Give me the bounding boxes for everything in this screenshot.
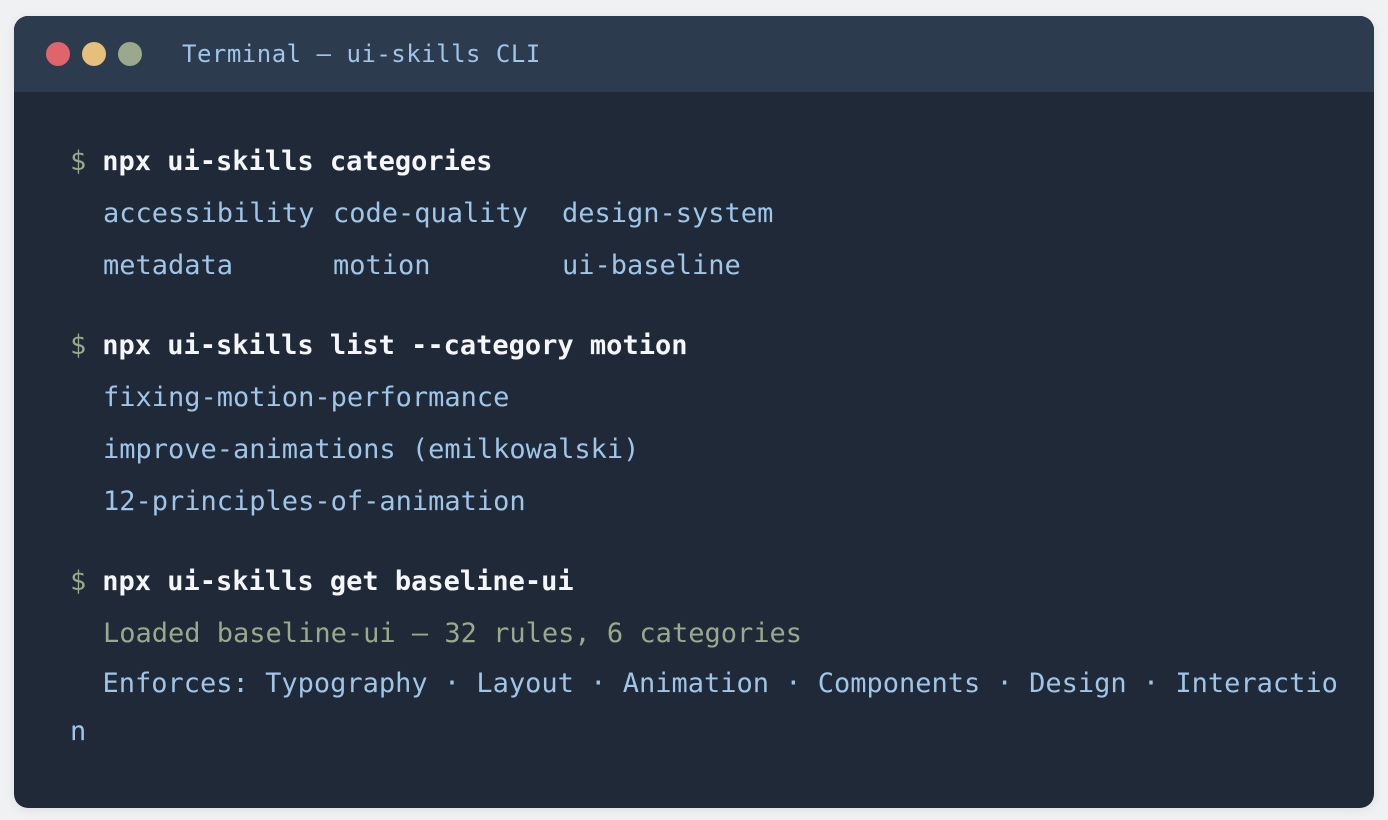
prompt-symbol: $ (70, 566, 87, 597)
prompt-symbol: $ (70, 146, 87, 177)
command-line: $ npx ui-skills categories (70, 136, 1374, 188)
terminal-output[interactable]: $ npx ui-skills categories accessibility … (14, 92, 1374, 756)
prompt-symbol: $ (70, 330, 87, 361)
command-block-categories: $ npx ui-skills categories accessibility … (70, 136, 1374, 292)
command-line: $ npx ui-skills list --category motion (70, 320, 1374, 372)
window-title: Terminal — ui-skills CLI (182, 40, 541, 68)
command-text: npx ui-skills categories (102, 146, 493, 177)
title-bar: Terminal — ui-skills CLI (14, 16, 1374, 92)
command-block-get: $ npx ui-skills get baseline-ui Loaded ba… (70, 556, 1374, 756)
category-item: accessibility (103, 198, 315, 229)
category-item: metadata (103, 250, 234, 281)
category-item: ui-baseline (562, 250, 741, 281)
command-line: $ npx ui-skills get baseline-ui (70, 556, 1374, 608)
category-item: code-quality (333, 198, 529, 229)
enforces-line: Enforces: Typography · Layout · Animatio… (70, 668, 1338, 747)
command-block-list: $ npx ui-skills list --category motion fi… (70, 320, 1374, 528)
command-text: npx ui-skills list --category motion (102, 330, 688, 361)
category-item: motion (333, 250, 431, 281)
command-text: npx ui-skills get baseline-ui (102, 566, 574, 597)
load-status-line: Loaded baseline-ui — 32 rules, 6 categor… (103, 618, 802, 649)
category-item: design-system (562, 198, 774, 229)
skill-list-item: improve-animations (emilkowalski) (103, 434, 640, 465)
maximize-window-button[interactable] (118, 42, 142, 66)
category-row: metadata motion ui-baseline (70, 240, 1374, 292)
minimize-window-button[interactable] (82, 42, 106, 66)
terminal-window: Terminal — ui-skills CLI $ npx ui-skills … (14, 16, 1374, 808)
close-window-button[interactable] (46, 42, 70, 66)
category-row: accessibility code-quality design-system (70, 188, 1374, 240)
skill-list-item: fixing-motion-performance (103, 382, 510, 413)
skill-list-item: 12-principles-of-animation (103, 486, 526, 517)
